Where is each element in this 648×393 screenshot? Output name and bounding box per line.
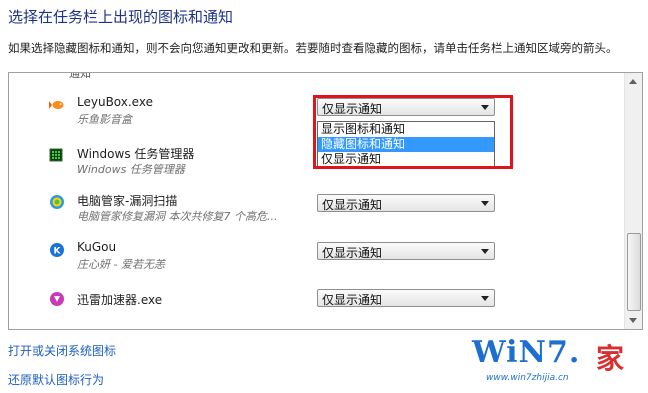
behavior-value: 仅显示通知 (322, 246, 383, 260)
page-description: 如果选择隐藏图标和通知，则不会向您通知更改和更新。若要随时查看隐藏的图标，请单击… (8, 41, 618, 55)
task-manager-icon (49, 147, 63, 162)
chevron-down-icon (481, 201, 489, 206)
scroll-down-arrow-icon[interactable] (629, 318, 637, 323)
fish-icon (49, 97, 64, 111)
behavior-value: 仅显示通知 (322, 198, 383, 212)
xunlei-icon (49, 291, 64, 306)
vertical-scrollbar[interactable] (624, 73, 642, 329)
scrollbar-thumb[interactable] (627, 233, 641, 311)
chevron-down-icon (481, 249, 489, 254)
restore-default-icons-link[interactable]: 还原默认图标行为 (8, 371, 104, 388)
app-subtitle: 庄心妍 - 爱若无恙 (77, 258, 165, 271)
app-subtitle: Windows 任务管理器 (77, 163, 185, 176)
pc-manager-icon (49, 194, 64, 209)
app-subtitle: 乐鱼影音盒 (77, 113, 132, 126)
notification-icons-list: 通知 LeyuBox.exe 乐鱼影音盒 仅显示通知 Windows 任务管理器… (8, 72, 643, 330)
behavior-select[interactable]: 仅显示通知 (317, 289, 495, 307)
app-name: 迅雷加速器.exe (77, 293, 163, 307)
app-name: LeyuBox.exe (77, 95, 153, 109)
chevron-down-icon (481, 296, 489, 301)
list-item: 电脑管家-漏洞扫描 电脑管家修复漏洞 本次共修复7 个高危... 仅显示通知 (9, 190, 621, 230)
list-item: 迅雷加速器.exe 仅显示通知 (9, 287, 621, 327)
svg-text:K: K (54, 247, 62, 257)
page-title: 选择在任务栏上出现的图标和通知 (8, 8, 234, 26)
behavior-select[interactable]: 仅显示通知 (317, 242, 495, 260)
cut-off-row-text: 通知 (69, 72, 91, 80)
watermark-logo: WiN7. 家 www.win7zhijia.cn (472, 333, 642, 389)
highlight-annotation-box (313, 95, 513, 169)
behavior-select[interactable]: 仅显示通知 (317, 194, 495, 212)
behavior-value: 仅显示通知 (322, 293, 383, 307)
watermark-url: www.win7zhijia.cn (486, 373, 569, 383)
app-name: Windows 任务管理器 (77, 147, 195, 161)
app-name: KuGou (77, 240, 117, 254)
app-name: 电脑管家-漏洞扫描 (77, 194, 178, 208)
kugou-icon: K (49, 242, 64, 257)
app-subtitle: 电脑管家修复漏洞 本次共修复7 个高危... (77, 210, 278, 223)
watermark-home: 家 (596, 342, 625, 375)
watermark-brand: WiN7. (472, 335, 581, 370)
toggle-system-icons-link[interactable]: 打开或关闭系统图标 (8, 342, 116, 359)
scroll-up-arrow-icon[interactable] (629, 79, 637, 84)
list-item: K KuGou 庄心妍 - 爱若无恙 仅显示通知 (9, 238, 621, 278)
